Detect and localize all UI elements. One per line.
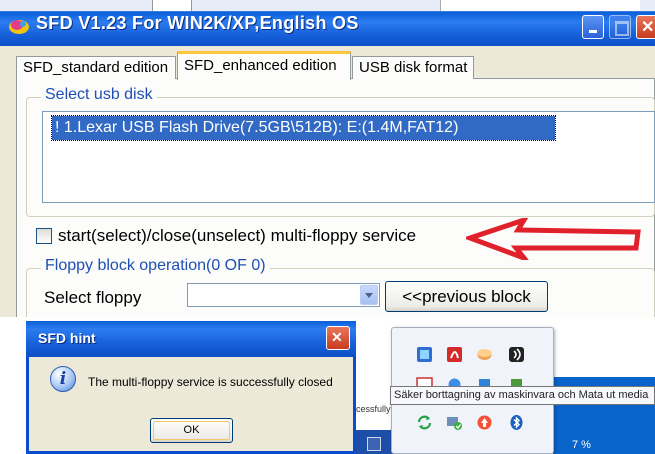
multi-floppy-checkbox-label[interactable]: start(select)/close(unselect) multi-flop… bbox=[58, 226, 416, 246]
close-button[interactable] bbox=[636, 15, 655, 39]
ok-button-label: OK bbox=[183, 424, 200, 436]
update-icon[interactable] bbox=[476, 414, 493, 431]
tab-enhanced-edition[interactable]: SFD_enhanced edition bbox=[177, 51, 351, 80]
red-arrow-annotation bbox=[466, 218, 641, 260]
audio-icon[interactable] bbox=[508, 346, 525, 363]
background-window-edge bbox=[152, 0, 192, 11]
hint-message: The multi-floppy service is successfully… bbox=[88, 375, 333, 389]
sfd-main-window: SFD V1.23 For WIN2K/XP,English OS SFD_st… bbox=[0, 0, 655, 317]
select-usb-group-label: Select usb disk bbox=[41, 86, 157, 104]
background-window-edge bbox=[440, 0, 640, 11]
usb-disk-listbox[interactable]: ! 1.Lexar USB Flash Drive(7.5GB\512B): E… bbox=[42, 111, 655, 203]
tab-usb-disk-format[interactable]: USB disk format bbox=[352, 56, 474, 79]
screenshot-root: SFD V1.23 For WIN2K/XP,English OS SFD_st… bbox=[0, 0, 655, 454]
ok-button[interactable]: OK bbox=[150, 418, 233, 443]
desktop-white-area bbox=[553, 321, 655, 377]
info-icon: i bbox=[50, 366, 76, 392]
tab-standard-edition[interactable]: SFD_standard edition bbox=[16, 56, 176, 79]
window-title: SFD V1.23 For WIN2K/XP,English OS bbox=[36, 13, 359, 33]
drive-icon[interactable] bbox=[476, 346, 493, 363]
hint-dialog-title: SFD hint bbox=[38, 330, 96, 346]
sfd-app-icon bbox=[9, 20, 29, 34]
acrobat-icon[interactable] bbox=[446, 346, 463, 363]
previous-block-button[interactable]: <<previous block bbox=[385, 281, 548, 312]
app-blue-icon[interactable] bbox=[416, 346, 433, 363]
maximize-button[interactable] bbox=[609, 15, 631, 39]
taskbar-percent: 7 % bbox=[572, 439, 591, 451]
tray-tooltip: Säker borttagning av maskinvara och Mata… bbox=[390, 386, 655, 405]
usb-eject-icon[interactable] bbox=[446, 414, 463, 431]
background-window-strip bbox=[0, 0, 655, 11]
bluetooth-icon[interactable] bbox=[508, 414, 525, 431]
multi-floppy-checkbox[interactable] bbox=[36, 228, 52, 244]
chevron-down-icon[interactable] bbox=[360, 285, 378, 305]
floppy-block-group-label: Floppy block operation(0 OF 0) bbox=[41, 257, 270, 275]
select-floppy-label: Select floppy bbox=[44, 288, 142, 307]
usb-disk-list-item[interactable]: ! 1.Lexar USB Flash Drive(7.5GB\512B): E… bbox=[51, 115, 556, 141]
taskbar-app-icon[interactable] bbox=[367, 437, 381, 451]
minimize-button[interactable] bbox=[582, 15, 604, 39]
hint-close-button[interactable] bbox=[326, 326, 350, 350]
select-floppy-combobox[interactable] bbox=[187, 283, 380, 307]
refresh-icon[interactable] bbox=[416, 414, 433, 431]
